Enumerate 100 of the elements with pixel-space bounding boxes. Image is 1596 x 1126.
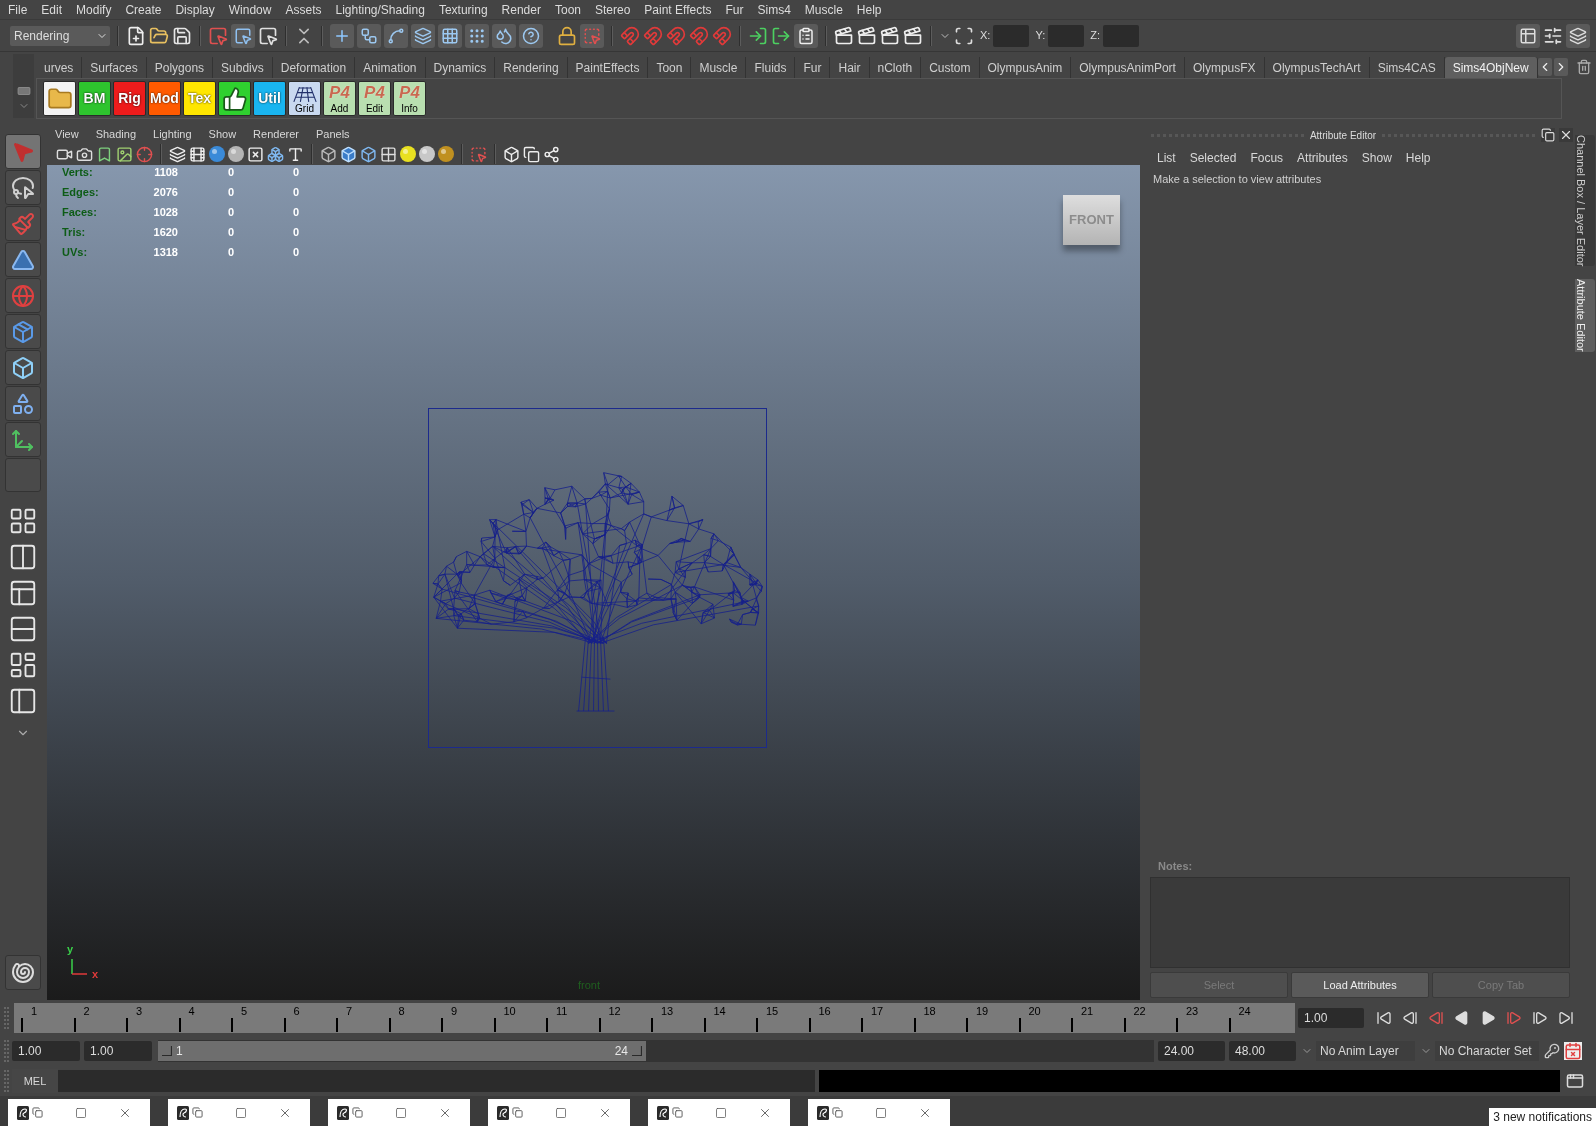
restore-icon[interactable] xyxy=(192,1107,203,1118)
clapperboard-icon[interactable] xyxy=(903,25,923,46)
curve-icon[interactable] xyxy=(384,23,408,48)
coordinate-field[interactable] xyxy=(1048,24,1085,47)
letter-t-icon[interactable] xyxy=(287,145,304,163)
lock-icon[interactable] xyxy=(557,25,577,46)
cube-icon[interactable] xyxy=(340,145,357,163)
shelf-options-icon[interactable] xyxy=(15,84,32,98)
step-back-icon[interactable] xyxy=(1402,1010,1418,1026)
range-slider-track[interactable]: 1 24 xyxy=(158,1040,1154,1062)
panel-menu-item[interactable]: Lighting xyxy=(153,125,192,143)
panel-menu-item[interactable]: Show xyxy=(208,125,237,143)
help-icon[interactable] xyxy=(519,23,543,48)
minimized-window[interactable] xyxy=(808,1099,950,1126)
panel-menu-item[interactable]: Renderer xyxy=(253,125,299,143)
maximize-icon[interactable] xyxy=(75,1106,87,1119)
grid-icon[interactable] xyxy=(380,145,397,163)
restore-icon[interactable] xyxy=(512,1107,523,1118)
square-x-icon[interactable] xyxy=(247,145,264,163)
drag-handle[interactable] xyxy=(4,1007,9,1029)
layers-icon[interactable] xyxy=(169,145,186,163)
corner-grip-icon[interactable] xyxy=(632,1046,642,1056)
sliders-icon[interactable] xyxy=(1543,25,1563,46)
panel-button[interactable]: Load Attributes xyxy=(1291,972,1429,998)
panel-menu-item[interactable]: Shading xyxy=(95,125,137,143)
command-input[interactable] xyxy=(58,1070,815,1092)
clapperboard-icon[interactable] xyxy=(834,25,854,46)
sphere-icon[interactable] xyxy=(209,146,225,162)
menu-item[interactable]: Create xyxy=(125,2,162,17)
shelf-button[interactable]: P4 Info xyxy=(393,81,426,116)
restore-icon[interactable] xyxy=(672,1107,683,1118)
shelf-button[interactable] xyxy=(43,81,76,116)
maximize-icon[interactable] xyxy=(555,1106,567,1119)
shelf-button[interactable]: Rig xyxy=(113,81,146,116)
menu-item[interactable]: Display xyxy=(175,2,215,17)
restore-icon[interactable] xyxy=(352,1107,363,1118)
playback-end-field[interactable]: 24.00 xyxy=(1158,1041,1225,1061)
droplets-icon[interactable] xyxy=(492,23,516,48)
start-time-field[interactable]: 1.00 xyxy=(12,1041,80,1061)
tool-button[interactable] xyxy=(4,242,41,277)
step-forward-icon[interactable] xyxy=(1532,1010,1548,1026)
menu-item[interactable]: Show xyxy=(1361,149,1392,167)
menu-item[interactable]: Muscle xyxy=(804,2,843,17)
panel-menu-item[interactable]: Panels xyxy=(315,125,350,143)
input-arrow-icon[interactable] xyxy=(748,25,768,46)
maximize-icon[interactable] xyxy=(235,1106,247,1119)
cube-icon[interactable] xyxy=(360,145,377,163)
notification-toast[interactable]: 3 new notifications xyxy=(1489,1108,1596,1126)
film-icon[interactable] xyxy=(189,145,206,163)
menu-item[interactable]: Texturing xyxy=(438,2,488,17)
selection-box-icon[interactable] xyxy=(580,23,604,48)
menu-item[interactable]: Edit xyxy=(41,2,63,17)
coordinate-field[interactable] xyxy=(1103,24,1139,47)
selection-box-icon[interactable] xyxy=(470,145,487,163)
menu-item[interactable]: Sims4 xyxy=(757,2,791,17)
character-set-dropdown[interactable]: No Character Set xyxy=(1435,1041,1539,1061)
shelf-button[interactable]: Grid xyxy=(288,81,321,116)
crosshair-icon[interactable] xyxy=(136,145,153,163)
folder-icon[interactable] xyxy=(149,25,169,46)
camera-icon[interactable] xyxy=(76,145,93,163)
next-key-icon[interactable] xyxy=(1506,1010,1522,1026)
sphere-icon[interactable] xyxy=(438,146,454,162)
shelf-button[interactable]: P4 Edit xyxy=(358,81,391,116)
range-slider-handle[interactable]: 1 24 xyxy=(158,1041,646,1061)
tool-button[interactable] xyxy=(4,386,41,421)
current-time-field[interactable]: 1.00 xyxy=(1298,1008,1364,1028)
nodes-icon[interactable] xyxy=(357,23,381,48)
selection-cursor-icon[interactable] xyxy=(258,25,278,46)
new-file-icon[interactable] xyxy=(126,25,146,46)
dots-icon[interactable] xyxy=(465,23,489,48)
viewport[interactable]: Verts: 1108 0 0 Edges: 2076 0 0 Faces: 1028 0 0 Tris: 1620 0 0 UVs: 1318 0 0 FRONT y x front xyxy=(47,165,1140,1000)
clapperboard-icon[interactable] xyxy=(880,25,900,46)
menu-item[interactable]: Paint Effects xyxy=(644,2,712,17)
skip-to-start-icon[interactable] xyxy=(1376,1010,1392,1026)
minimized-window[interactable] xyxy=(328,1099,470,1126)
menu-item[interactable]: Attributes xyxy=(1297,149,1348,167)
menu-item[interactable]: Window xyxy=(228,2,272,17)
panel-menu-item[interactable]: View xyxy=(55,125,79,143)
play-icon[interactable] xyxy=(1480,1010,1496,1026)
selection-cursor-icon[interactable] xyxy=(231,23,255,48)
image-icon[interactable] xyxy=(116,145,133,163)
layers-icon[interactable] xyxy=(1566,23,1590,48)
menu-item[interactable]: Fur xyxy=(725,2,744,17)
restore-icon[interactable] xyxy=(1541,128,1555,142)
end-time-field[interactable]: 48.00 xyxy=(1229,1041,1296,1061)
shelf-button[interactable] xyxy=(218,81,251,116)
anim-layer-dropdown[interactable]: No Anim Layer xyxy=(1316,1041,1415,1061)
maximize-icon[interactable] xyxy=(715,1106,727,1119)
menu-item[interactable]: Help xyxy=(856,2,882,17)
minimized-window[interactable] xyxy=(168,1099,310,1126)
window-icon[interactable] xyxy=(1566,1072,1584,1090)
side-tab[interactable]: Channel Box / Layer Editor xyxy=(1575,135,1595,267)
menu-item[interactable]: File xyxy=(8,2,28,17)
play-backward-icon[interactable] xyxy=(1454,1010,1470,1026)
skip-to-end-icon[interactable] xyxy=(1558,1010,1574,1026)
menu-item[interactable]: Lighting/Shading xyxy=(335,2,425,17)
maximize-icon[interactable] xyxy=(395,1106,407,1119)
boxes-icon[interactable] xyxy=(267,145,284,163)
scroll-right-icon[interactable] xyxy=(1553,58,1568,76)
menu-item[interactable]: Selected xyxy=(1189,149,1237,167)
